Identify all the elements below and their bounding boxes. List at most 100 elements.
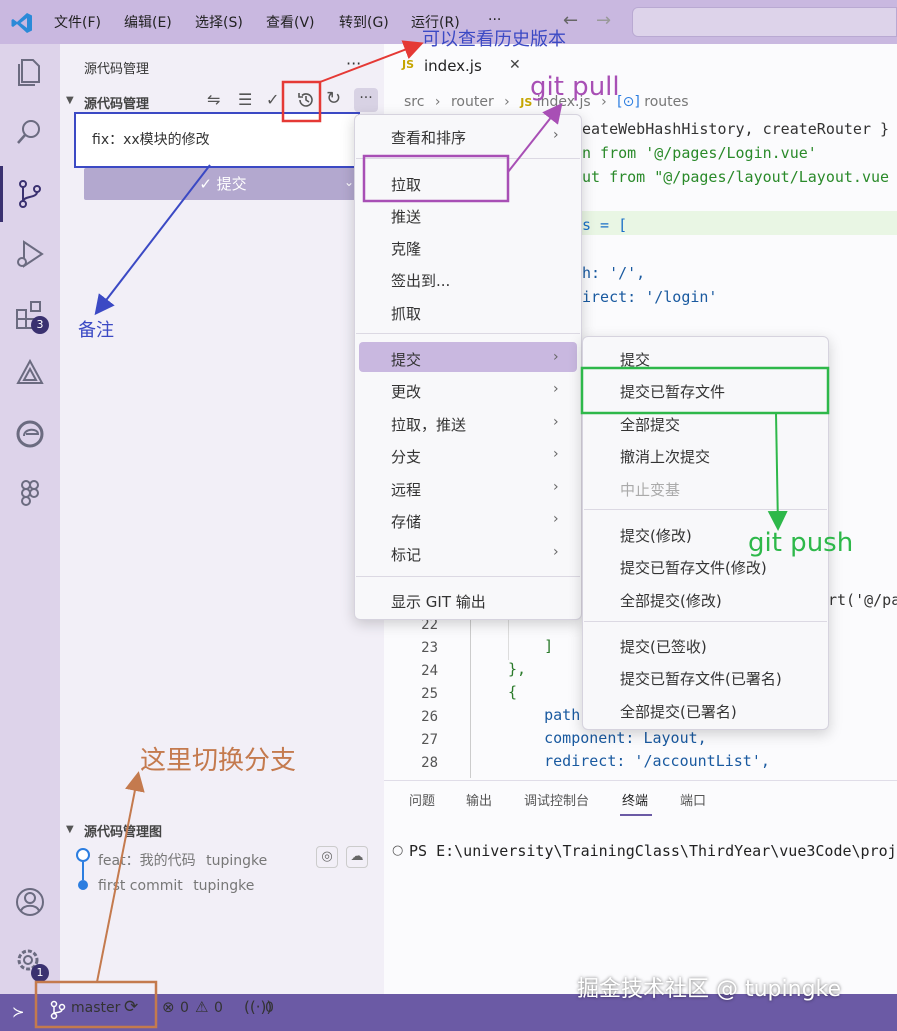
editor-tab[interactable]: JS index.js ✕ — [384, 48, 534, 84]
graph-row[interactable]: feat：我的代码 tupingke — [98, 850, 267, 870]
panel-tab-ports[interactable]: 端口 — [680, 790, 706, 809]
command-center-search[interactable] — [632, 7, 897, 37]
code-line: redirect: '/accountList', — [508, 752, 770, 770]
line-number-gutter: 22 23 24 25 26 27 28 — [398, 614, 438, 775]
panel-tab-debug-console[interactable]: 调试控制台 — [524, 790, 589, 809]
commit-message: feat：我的代码 — [98, 853, 196, 869]
code-fragment: rt('@/pa — [828, 591, 897, 609]
remote-explorer-icon[interactable] — [12, 356, 48, 392]
edge-browser-icon[interactable] — [12, 416, 48, 452]
chevron-down-icon[interactable]: ▼ — [66, 95, 74, 106]
active-indicator — [0, 166, 3, 222]
breadcrumb-item[interactable]: src — [404, 94, 424, 110]
branch-icon — [50, 1000, 66, 1020]
breadcrumb-item[interactable]: router — [451, 94, 494, 110]
cloud-icon[interactable]: ☁ — [346, 846, 368, 868]
code-line: { — [508, 683, 518, 701]
tab-close-icon[interactable]: ✕ — [509, 57, 521, 73]
commit-button[interactable]: ✓ 提交 — [84, 168, 362, 200]
terminal-output[interactable]: PS E:\university\TrainingClass\ThirdYear… — [409, 842, 897, 860]
line-number: 24 — [421, 663, 438, 679]
forward-arrow-icon[interactable]: → — [596, 10, 611, 31]
history-icon[interactable] — [296, 90, 316, 110]
ports-count[interactable]: 0 — [265, 1000, 274, 1016]
explorer-files-icon[interactable] — [12, 54, 48, 90]
code-line: n from '@/pages/Login.vue' — [582, 144, 817, 162]
remote-indicator-icon[interactable]: ≻ — [12, 1003, 25, 1021]
menu-selection[interactable]: 选择(S) — [195, 12, 243, 32]
submenu-chevron-icon: › — [553, 511, 559, 527]
source-control-icon[interactable] — [12, 176, 48, 212]
commit-dropdown-icon[interactable]: ⌄ — [344, 175, 354, 189]
error-count[interactable]: 0 — [180, 1000, 189, 1016]
section-title[interactable]: 源代码管理 — [84, 93, 149, 112]
menu-item-pull-push[interactable]: 拉取，推送 — [391, 414, 466, 435]
submenu-item-commit-all-signed-off[interactable]: 全部提交(已署名) — [620, 701, 737, 722]
code-top[interactable]: eateWebHashHistory, createRouter } n fro… — [582, 117, 889, 309]
menu-item-tags[interactable]: 标记 — [391, 544, 421, 565]
submenu-item-commit-staged-signed-off[interactable]: 提交已暂存文件(已署名) — [620, 668, 782, 689]
graph-chevron-icon[interactable]: ▼ — [66, 824, 74, 835]
submenu-item-commit-all[interactable]: 全部提交 — [620, 414, 680, 435]
panel-tab-terminal[interactable]: 终端 — [622, 790, 648, 809]
sidebar-more-button[interactable]: ··· — [346, 54, 361, 73]
breadcrumb-item[interactable]: routes — [644, 94, 688, 110]
submenu-chevron-icon: › — [553, 414, 559, 430]
active-tab-underline — [620, 814, 652, 816]
figma-icon[interactable] — [12, 476, 48, 512]
target-icon[interactable]: ◎ — [316, 846, 338, 868]
menu-separator — [584, 621, 827, 622]
menu-item-stash[interactable]: 存储 — [391, 511, 421, 532]
vscode-logo-icon — [11, 13, 32, 33]
menu-item-fetch[interactable]: 抓取 — [391, 303, 421, 324]
more-actions-button[interactable]: ··· — [354, 88, 378, 112]
sync-icon[interactable]: ⟳ — [124, 997, 138, 1017]
menu-item-changes[interactable]: 更改 — [391, 381, 421, 402]
panel-tab-problems[interactable]: 问题 — [409, 790, 435, 809]
view-as-list-icon[interactable]: ☰ — [238, 90, 252, 109]
menu-separator — [584, 509, 827, 510]
menu-view[interactable]: 查看(V) — [266, 12, 315, 32]
menu-file[interactable]: 文件(F) — [54, 12, 101, 32]
submenu-item-commit-amend[interactable]: 提交(修改) — [620, 525, 692, 546]
menu-item-branch[interactable]: 分支 — [391, 446, 421, 467]
menu-item-remote[interactable]: 远程 — [391, 479, 421, 500]
menu-item-checkout[interactable]: 签出到... — [391, 270, 450, 291]
annotation-git-push: git push — [748, 528, 854, 558]
account-icon[interactable] — [12, 884, 48, 920]
commit-check-icon[interactable]: ✓ — [266, 90, 279, 109]
submenu-chevron-icon: › — [553, 127, 559, 143]
menu-item-commit[interactable]: 提交 — [391, 349, 421, 370]
menu-edit[interactable]: 编辑(E) — [124, 12, 172, 32]
bottom-panel — [384, 780, 897, 994]
panel-tab-output[interactable]: 输出 — [466, 790, 492, 809]
submenu-item-abort-rebase: 中止变基 — [620, 481, 681, 499]
menu-go[interactable]: 转到(G) — [339, 12, 389, 32]
menu-item-view-sort[interactable]: 查看和排序 — [391, 127, 466, 148]
submenu-chevron-icon: › — [553, 446, 559, 462]
submenu-item-commit-signed-off[interactable]: 提交(已签收) — [620, 636, 707, 657]
search-icon[interactable] — [12, 114, 48, 150]
submenu-item-commit-all-amend[interactable]: 全部提交(修改) — [620, 590, 722, 611]
graph-section-title[interactable]: 源代码管理图 — [84, 821, 162, 840]
cloud-sync-icon[interactable]: ⇋ — [207, 90, 220, 109]
submenu-item-commit-staged-amend[interactable]: 提交已暂存文件(修改) — [620, 557, 767, 578]
warning-count[interactable]: 0 — [214, 1000, 223, 1016]
branch-name[interactable]: master — [71, 1000, 120, 1016]
submenu-item-undo-last-commit[interactable]: 撤消上次提交 — [620, 446, 710, 467]
refresh-icon[interactable]: ↻ — [326, 88, 341, 109]
menu-item-pull[interactable]: 拉取 — [391, 174, 421, 195]
code-line: path — [508, 706, 581, 724]
commit-message-input[interactable]: fix：xx模块的修改 — [74, 112, 360, 168]
annotation-history: 可以查看历史版本 — [422, 29, 566, 50]
submenu-item-commit-staged[interactable]: 提交已暂存文件 — [620, 381, 725, 402]
graph-row[interactable]: first commit tupingke — [98, 878, 254, 894]
menu-item-show-git-output[interactable]: 显示 GIT 输出 — [391, 591, 486, 612]
submenu-chevron-icon: › — [553, 479, 559, 495]
run-debug-icon[interactable] — [12, 236, 48, 272]
code-line: irect: '/login' — [582, 288, 718, 306]
submenu-item-commit[interactable]: 提交 — [620, 349, 650, 370]
menu-item-push[interactable]: 推送 — [391, 206, 421, 227]
commit-author: tupingke — [193, 878, 255, 894]
menu-item-clone[interactable]: 克隆 — [391, 238, 421, 259]
